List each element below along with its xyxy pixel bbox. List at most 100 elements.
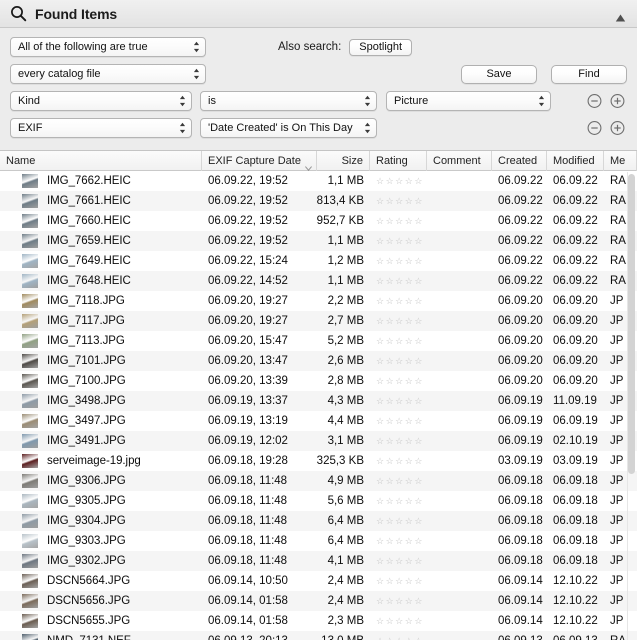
star-icon[interactable]: ☆: [386, 376, 394, 386]
star-icon[interactable]: ☆: [386, 336, 394, 346]
star-icon[interactable]: ☆: [395, 556, 403, 566]
star-icon[interactable]: ☆: [376, 616, 384, 626]
table-row[interactable]: IMG_7662.HEIC 06.09.22, 19:52 1,1 MB ☆ ☆ ☆ ☆ ☆ 0…: [0, 171, 637, 191]
star-icon[interactable]: ☆: [386, 256, 394, 266]
column-header-exif[interactable]: EXIF Capture Date: [202, 151, 317, 171]
table-row[interactable]: DSCN5664.JPG 06.09.14, 10:50 2,4 MB ☆ ☆ ☆ ☆ ☆ 06…: [0, 571, 637, 591]
star-icon[interactable]: ☆: [376, 236, 384, 246]
rule-operator-select-2[interactable]: 'Date Created' is On This Day: [200, 118, 377, 138]
star-icon[interactable]: ☆: [405, 296, 413, 306]
star-icon[interactable]: ☆: [414, 236, 422, 246]
rating-stars[interactable]: ☆☆☆☆☆: [376, 576, 422, 586]
star-icon[interactable]: ☆: [395, 196, 403, 206]
table-row[interactable]: serveimage-19.jpg 06.09.18, 19:28 325,3 KB…: [0, 451, 637, 471]
cell-rating[interactable]: ☆☆☆☆☆: [370, 391, 427, 411]
cell-rating[interactable]: ☆☆☆☆☆: [370, 251, 427, 271]
star-icon[interactable]: ☆: [376, 516, 384, 526]
star-icon[interactable]: ☆: [414, 336, 422, 346]
star-icon[interactable]: ☆: [405, 436, 413, 446]
star-icon[interactable]: ☆: [414, 176, 422, 186]
star-icon[interactable]: ☆: [376, 376, 384, 386]
star-icon[interactable]: ☆: [414, 256, 422, 266]
star-icon[interactable]: ☆: [376, 276, 384, 286]
scope-select[interactable]: every catalog file: [10, 64, 206, 84]
match-rule-select[interactable]: All of the following are true: [10, 37, 206, 57]
rating-stars[interactable]: ☆☆☆☆☆: [376, 176, 422, 186]
rating-stars[interactable]: ☆☆☆☆☆: [376, 196, 422, 206]
rating-stars[interactable]: ☆☆☆☆☆: [376, 416, 422, 426]
table-row[interactable]: DSCN5656.JPG 06.09.14, 01:58 2,4 MB ☆ ☆ ☆ ☆ ☆ 06…: [0, 591, 637, 611]
star-icon[interactable]: ☆: [376, 256, 384, 266]
star-icon[interactable]: ☆: [395, 476, 403, 486]
table-row[interactable]: IMG_7649.HEIC 06.09.22, 15:24 1,2 MB ☆ ☆ ☆ ☆ ☆ 0…: [0, 251, 637, 271]
cell-rating[interactable]: ☆☆☆☆☆: [370, 471, 427, 491]
cell-rating[interactable]: ☆☆☆☆☆: [370, 351, 427, 371]
star-icon[interactable]: ☆: [395, 616, 403, 626]
cell-rating[interactable]: ☆☆☆☆☆: [370, 271, 427, 291]
star-icon[interactable]: ☆: [386, 576, 394, 586]
star-icon[interactable]: ☆: [414, 556, 422, 566]
star-icon[interactable]: ☆: [405, 536, 413, 546]
cell-rating[interactable]: ☆☆☆☆☆: [370, 291, 427, 311]
rating-stars[interactable]: ☆☆☆☆☆: [376, 296, 422, 306]
star-icon[interactable]: ☆: [386, 296, 394, 306]
scrollbar-thumb[interactable]: [628, 174, 635, 474]
table-row[interactable]: IMG_9304.JPG 06.09.18, 11:48 6,4 MB ☆ ☆ ☆ ☆ ☆ 06…: [0, 511, 637, 531]
rating-stars[interactable]: ☆☆☆☆☆: [376, 276, 422, 286]
cell-rating[interactable]: ☆☆☆☆☆: [370, 631, 427, 640]
star-icon[interactable]: ☆: [386, 396, 394, 406]
star-icon[interactable]: ☆: [386, 456, 394, 466]
plus-circle-icon[interactable]: [610, 121, 625, 136]
star-icon[interactable]: ☆: [395, 416, 403, 426]
table-row[interactable]: IMG_9305.JPG 06.09.18, 11:48 5,6 MB ☆ ☆ ☆ ☆ ☆ 06…: [0, 491, 637, 511]
table-row[interactable]: IMG_9302.JPG 06.09.18, 11:48 4,1 MB ☆ ☆ ☆ ☆ ☆ 06…: [0, 551, 637, 571]
cell-rating[interactable]: ☆☆☆☆☆: [370, 491, 427, 511]
rating-stars[interactable]: ☆☆☆☆☆: [376, 556, 422, 566]
cell-rating[interactable]: ☆☆☆☆☆: [370, 411, 427, 431]
star-icon[interactable]: ☆: [376, 576, 384, 586]
table-row[interactable]: IMG_7113.JPG 06.09.20, 15:47 5,2 MB ☆ ☆ ☆ ☆ ☆ 06…: [0, 331, 637, 351]
cell-rating[interactable]: ☆☆☆☆☆: [370, 571, 427, 591]
column-header-media[interactable]: Me: [604, 151, 637, 171]
column-header-comment[interactable]: Comment: [427, 151, 492, 171]
star-icon[interactable]: ☆: [386, 536, 394, 546]
plus-circle-icon[interactable]: [610, 94, 625, 109]
star-icon[interactable]: ☆: [405, 176, 413, 186]
table-row[interactable]: IMG_9303.JPG 06.09.18, 11:48 6,4 MB ☆ ☆ ☆ ☆ ☆ 06…: [0, 531, 637, 551]
star-icon[interactable]: ☆: [395, 636, 403, 640]
star-icon[interactable]: ☆: [405, 576, 413, 586]
star-icon[interactable]: ☆: [395, 256, 403, 266]
star-icon[interactable]: ☆: [405, 196, 413, 206]
star-icon[interactable]: ☆: [376, 356, 384, 366]
star-icon[interactable]: ☆: [414, 456, 422, 466]
star-icon[interactable]: ☆: [376, 496, 384, 506]
cell-rating[interactable]: ☆☆☆☆☆: [370, 171, 427, 191]
rating-stars[interactable]: ☆☆☆☆☆: [376, 336, 422, 346]
minus-circle-icon[interactable]: [587, 94, 602, 109]
column-header-modified[interactable]: Modified: [547, 151, 604, 171]
spotlight-button[interactable]: Spotlight: [349, 38, 413, 56]
star-icon[interactable]: ☆: [395, 336, 403, 346]
star-icon[interactable]: ☆: [405, 516, 413, 526]
star-icon[interactable]: ☆: [395, 536, 403, 546]
star-icon[interactable]: ☆: [386, 356, 394, 366]
star-icon[interactable]: ☆: [414, 296, 422, 306]
vertical-scrollbar[interactable]: [627, 172, 636, 640]
column-header-created[interactable]: Created: [492, 151, 547, 171]
star-icon[interactable]: ☆: [376, 416, 384, 426]
table-row[interactable]: IMG_7648.HEIC 06.09.22, 14:52 1,1 MB ☆ ☆ ☆ ☆ ☆ 0…: [0, 271, 637, 291]
table-row[interactable]: IMG_7117.JPG 06.09.20, 19:27 2,7 MB ☆ ☆ ☆ ☆ ☆ 06…: [0, 311, 637, 331]
find-button[interactable]: Find: [551, 64, 627, 84]
star-icon[interactable]: ☆: [405, 476, 413, 486]
rule-attribute-select-1[interactable]: Kind: [10, 91, 192, 111]
rating-stars[interactable]: ☆☆☆☆☆: [376, 236, 422, 246]
star-icon[interactable]: ☆: [376, 316, 384, 326]
star-icon[interactable]: ☆: [414, 276, 422, 286]
star-icon[interactable]: ☆: [395, 496, 403, 506]
minus-circle-icon[interactable]: [587, 121, 602, 136]
rating-stars[interactable]: ☆☆☆☆☆: [376, 376, 422, 386]
rating-stars[interactable]: ☆☆☆☆☆: [376, 476, 422, 486]
save-button[interactable]: Save: [461, 64, 537, 84]
rating-stars[interactable]: ☆☆☆☆☆: [376, 516, 422, 526]
star-icon[interactable]: ☆: [405, 316, 413, 326]
